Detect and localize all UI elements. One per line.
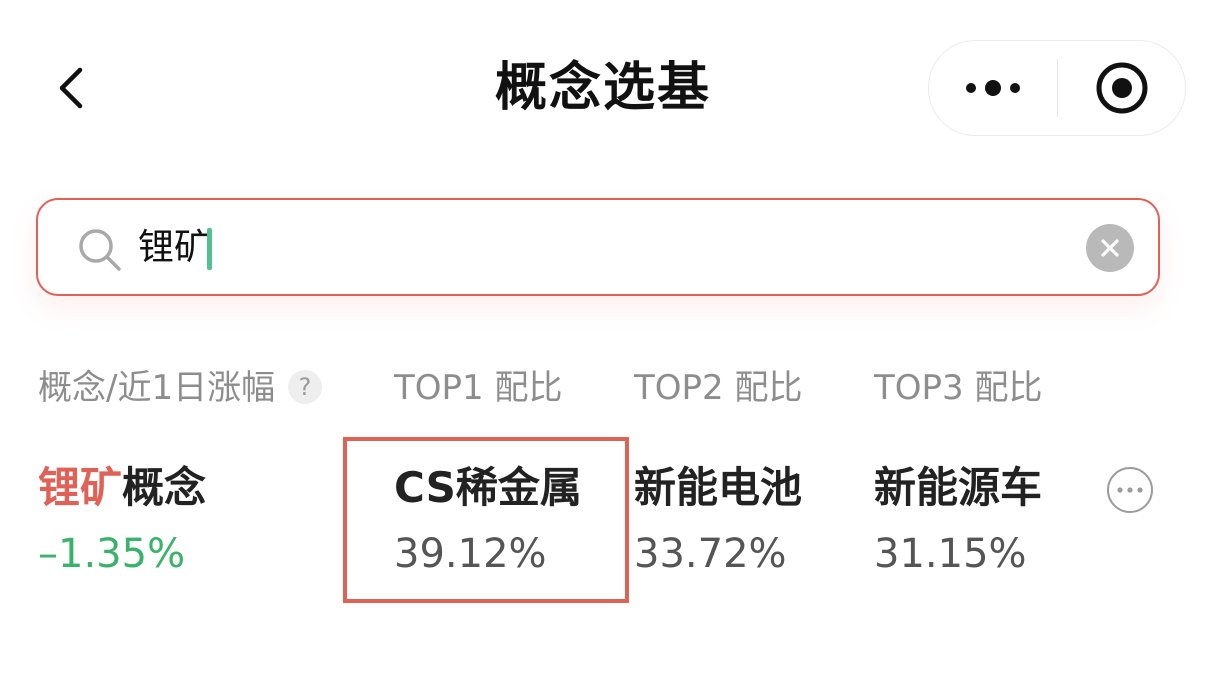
- concept-name-highlight: 锂矿: [38, 463, 123, 512]
- search-icon: [79, 229, 121, 271]
- row-more-button[interactable]: [1107, 467, 1153, 513]
- clear-icon: [1101, 239, 1119, 257]
- mini-program-capsule: [928, 40, 1186, 136]
- top1-ratio: 39.12%: [394, 531, 547, 577]
- clear-search-button[interactable]: [1086, 224, 1134, 272]
- top1-highlight-box: [343, 437, 629, 603]
- top1-fund-name[interactable]: CS稀金属: [394, 463, 582, 513]
- search-input[interactable]: 锂矿: [138, 226, 210, 270]
- column-header-concept: 概念/近1日涨幅: [38, 368, 276, 408]
- column-header-top1: TOP1 配比: [394, 368, 563, 408]
- help-icon[interactable]: ?: [288, 370, 322, 404]
- top2-ratio: 33.72%: [634, 531, 787, 577]
- text-caret: [207, 228, 212, 270]
- concept-name[interactable]: 锂矿概念: [38, 463, 206, 513]
- top3-fund-name[interactable]: 新能源车: [874, 463, 1042, 513]
- concept-name-rest: 概念: [122, 463, 207, 512]
- target-circle-icon: [1096, 62, 1147, 114]
- capsule-more-button[interactable]: [929, 41, 1057, 135]
- capsule-close-button[interactable]: [1058, 41, 1185, 135]
- top3-ratio: 31.15%: [874, 531, 1027, 577]
- concept-change: –1.35%: [38, 531, 186, 577]
- ellipsis-icon: [966, 80, 1020, 96]
- more-circle-icon: [1117, 487, 1143, 493]
- top2-fund-name[interactable]: 新能电池: [634, 463, 802, 513]
- column-header-top3: TOP3 配比: [874, 368, 1043, 408]
- column-header-top2: TOP2 配比: [634, 368, 803, 408]
